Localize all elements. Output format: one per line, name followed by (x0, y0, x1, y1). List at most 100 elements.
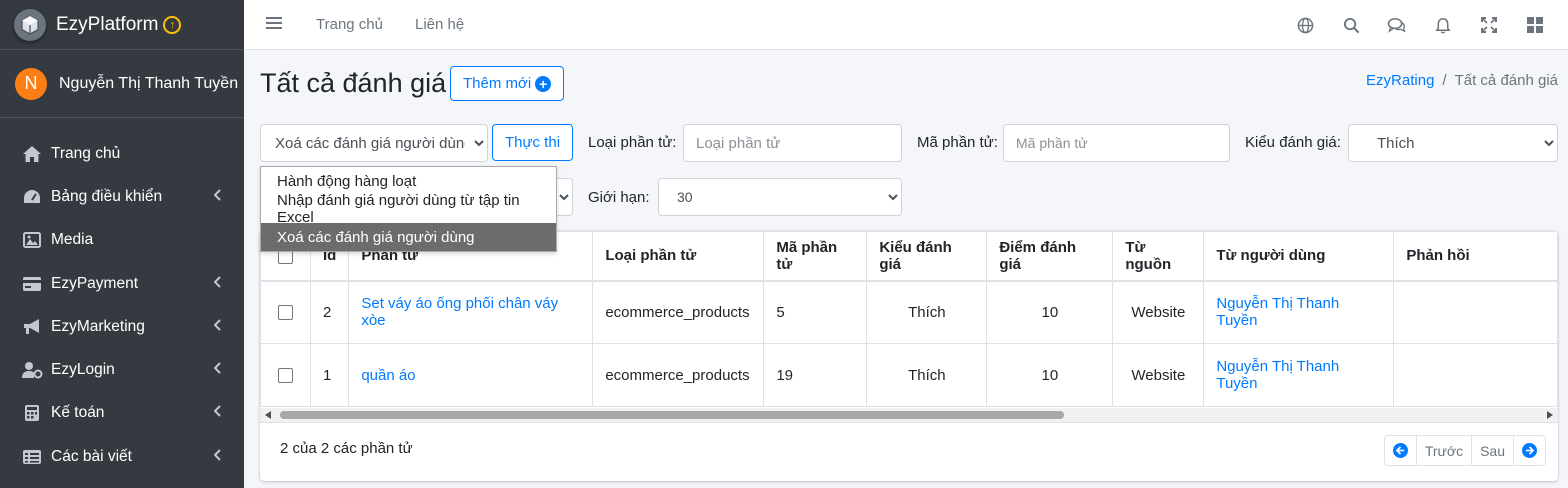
cell-reply (1393, 343, 1558, 407)
comments-icon[interactable] (1374, 17, 1420, 34)
calculator-icon (21, 403, 43, 423)
table-row: 1 quần áo ecommerce_products 19 Thích 10… (260, 343, 1558, 407)
row-checkbox[interactable] (278, 368, 293, 384)
dashboard-icon (21, 187, 43, 207)
prev-page-button[interactable]: Trước (1415, 436, 1471, 465)
brand-logo-icon (14, 8, 46, 41)
breadcrumb-current: Tất cả đánh giá (1454, 72, 1558, 89)
rating-type-label: Kiểu đánh giá: (1245, 134, 1341, 151)
bulk-option-delete[interactable]: Xoá các đánh giá người dùng (261, 223, 556, 251)
item-count-text: 2 của 2 các phần tử (280, 440, 413, 457)
sidebar-item-label: Bảng điều khiển (51, 187, 163, 205)
page-title: Tất cả đánh giá (260, 68, 447, 98)
bulk-option-default[interactable]: Hành động hàng loạt (261, 167, 556, 195)
sidebar-item-home[interactable]: Trang chủ (0, 132, 244, 175)
target-id-input[interactable] (1003, 124, 1230, 162)
scroll-left-arrow-icon[interactable] (265, 411, 271, 419)
cell-reply (1393, 280, 1558, 344)
column-header-reply[interactable]: Phản hồi (1393, 231, 1558, 282)
column-header-score[interactable]: Điểm đánh giá (986, 231, 1114, 282)
sidebar-item-label: Kế toán (51, 404, 105, 422)
list-icon (21, 447, 43, 467)
sidebar-nav: Trang chủ Bảng điều khiển Media EzyPayme… (0, 118, 244, 478)
sidebar-item-label: EzyMarketing (51, 317, 145, 335)
upgrade-arrow-icon[interactable]: ↑ (163, 15, 182, 34)
target-link[interactable]: Set váy áo ống phối chân váy xòe (361, 295, 558, 329)
column-header-rating-type[interactable]: Kiểu đánh giá (866, 231, 988, 282)
plus-circle-icon: + (535, 75, 552, 92)
column-header-source[interactable]: Từ nguồn (1112, 231, 1205, 282)
execute-button[interactable]: Thực thi (492, 124, 573, 161)
column-header-target-type[interactable]: Loại phần tử (592, 231, 765, 282)
main-content: Tất cả đánh giá Thêm mới + EzyRating / Tất… (244, 50, 1568, 488)
column-header-user[interactable]: Từ người dùng (1203, 231, 1395, 282)
sidebar-item-label: Các bài viết (51, 447, 132, 465)
cell-target: quần áo (348, 343, 594, 407)
chevron-left-icon (213, 361, 222, 379)
target-type-input[interactable] (683, 124, 902, 162)
credit-card-icon (21, 274, 43, 294)
hamburger-menu-icon[interactable] (266, 16, 284, 34)
horizontal-scrollbar[interactable] (260, 408, 1558, 422)
user-panel[interactable]: N Nguyễn Thị Thanh Tuyền (0, 50, 244, 118)
target-link[interactable]: quần áo (361, 367, 415, 384)
user-link[interactable]: Nguyễn Thị Thanh Tuyền (1216, 358, 1339, 392)
limit-select[interactable]: 30 (658, 178, 902, 216)
cell-target-id: 5 (763, 280, 868, 344)
bell-icon[interactable] (1420, 17, 1466, 34)
sidebar: EzyPlatform ↑ N Nguyễn Thị Thanh Tuyền T… (0, 0, 244, 488)
limit-label: Giới hạn: (588, 189, 650, 206)
next-arrow-button[interactable] (1513, 436, 1545, 465)
user-link[interactable]: Nguyễn Thị Thanh Tuyền (1216, 295, 1339, 329)
scroll-right-arrow-icon[interactable] (1547, 411, 1553, 419)
fullscreen-icon[interactable] (1466, 17, 1512, 33)
top-navbar: Trang chủ Liên hệ (244, 0, 1568, 50)
cell-user: Nguyễn Thị Thanh Tuyền (1203, 280, 1395, 344)
row-checkbox[interactable] (278, 305, 293, 321)
chevron-left-icon (213, 448, 222, 466)
brand[interactable]: EzyPlatform ↑ (0, 0, 244, 50)
table-row: 2 Set váy áo ống phối chân váy xòe ecomm… (260, 280, 1558, 344)
rating-type-select[interactable]: Thích (1348, 124, 1558, 162)
ratings-card: Id Phần tử Loại phần tử Mã phần tử Kiểu … (260, 231, 1558, 481)
grid-apps-icon[interactable] (1512, 17, 1558, 33)
cell-target-type: ecommerce_products (592, 343, 765, 407)
sidebar-item-ezymarketing[interactable]: EzyMarketing (0, 305, 244, 348)
cell-score: 10 (986, 343, 1114, 407)
globe-icon[interactable] (1282, 17, 1328, 34)
sidebar-item-posts[interactable]: Các bài viết (0, 435, 244, 478)
search-icon[interactable] (1328, 17, 1374, 34)
column-header-target-id[interactable]: Mã phần tử (763, 231, 868, 282)
sidebar-item-dashboard[interactable]: Bảng điều khiển (0, 175, 244, 218)
image-icon (21, 230, 43, 250)
table-footer: 2 của 2 các phần tử Trước Sau (260, 422, 1558, 481)
megaphone-icon (21, 317, 43, 337)
bulk-action-dropdown: Hành động hàng loạt Nhập đánh giá người … (260, 166, 557, 252)
cell-target: Set váy áo ống phối chân váy xòe (348, 280, 594, 344)
ratings-table: Id Phần tử Loại phần tử Mã phần tử Kiểu … (260, 231, 1558, 407)
sidebar-item-label: Trang chủ (51, 144, 121, 162)
top-link-contact[interactable]: Liên hệ (415, 16, 464, 33)
pagination: Trước Sau (1383, 435, 1546, 466)
user-name[interactable]: Nguyễn Thị Thanh Tuyền (59, 75, 238, 93)
top-link-home[interactable]: Trang chủ (316, 16, 383, 33)
cell-source: Website (1112, 280, 1205, 344)
sidebar-item-ezypayment[interactable]: EzyPayment (0, 262, 244, 305)
chevron-left-icon (213, 188, 222, 206)
sidebar-item-accounting[interactable]: Kế toán (0, 392, 244, 435)
brand-name: EzyPlatform (56, 13, 159, 35)
breadcrumb-separator: / (1442, 72, 1447, 89)
scrollbar-thumb[interactable] (280, 411, 1064, 419)
row-select-cell (260, 343, 311, 407)
prev-arrow-button[interactable] (1385, 436, 1416, 465)
sidebar-item-media[interactable]: Media (0, 219, 244, 262)
bulk-option-import-excel[interactable]: Nhập đánh giá người dùng từ tập tin Exce… (261, 192, 556, 226)
bulk-action-select[interactable]: Xoá các đánh giá người dùng (260, 124, 488, 162)
sidebar-item-ezylogin[interactable]: EzyLogin (0, 348, 244, 391)
chevron-left-icon (213, 318, 222, 336)
add-new-button[interactable]: Thêm mới + (450, 66, 565, 101)
breadcrumb-parent[interactable]: EzyRating (1366, 72, 1434, 89)
next-page-button[interactable]: Sau (1471, 436, 1513, 465)
cell-rating-type: Thích (866, 280, 988, 344)
arrow-left-circle-icon (1392, 443, 1408, 458)
